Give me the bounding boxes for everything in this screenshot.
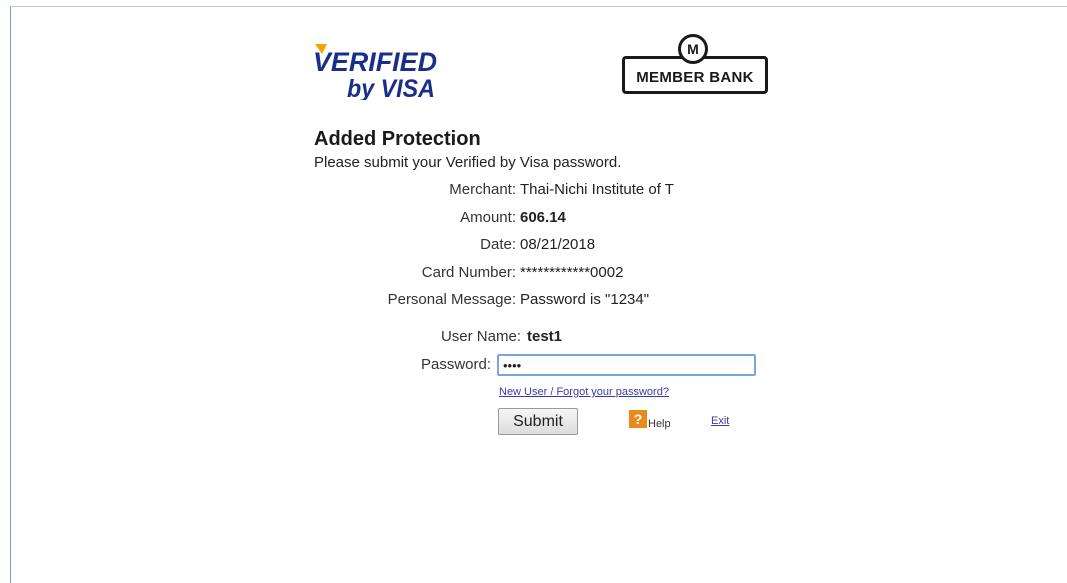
member-bank-badge: M [678, 34, 708, 64]
help-link[interactable]: ? Help [629, 410, 671, 430]
member-bank-logo: M MEMBER BANK [618, 34, 774, 100]
merchant-label: Merchant: [449, 181, 516, 198]
forgot-password-link[interactable]: New User / Forgot your password? [499, 386, 669, 398]
submit-button[interactable]: Submit [498, 408, 578, 435]
amount-value: 606.14 [520, 209, 566, 226]
card-number-value: ************0002 [520, 264, 624, 281]
visa-logo-graphic: VERIFIED by VISA [313, 44, 437, 103]
card-number-label: Card Number: [421, 264, 516, 281]
personal-message-value: Password is "1234" [520, 291, 650, 308]
password-input[interactable] [497, 354, 756, 376]
visa-logo-line1: VERIFIED [313, 47, 437, 77]
merchant-value: Thai-Nichi Institute of T [520, 181, 674, 198]
help-label: Help [648, 418, 671, 430]
username-label: User Name: [440, 328, 521, 345]
password-label: Password: [420, 356, 491, 373]
visa-logo-line2: by VISA [347, 75, 435, 100]
question-mark-icon: ? [629, 410, 647, 428]
page-title: Added Protection [314, 128, 481, 150]
amount-label: Amount: [460, 209, 516, 226]
date-label: Date: [480, 236, 516, 253]
exit-link[interactable]: Exit [711, 415, 729, 427]
date-value: 08/21/2018 [520, 236, 596, 253]
verified-by-visa-logo: VERIFIED by VISA [313, 40, 443, 103]
page-subtitle: Please submit your Verified by Visa pass… [314, 154, 622, 171]
username-value: test1 [527, 328, 563, 345]
member-bank-name: MEMBER BANK [636, 68, 754, 86]
personal-message-label: Personal Message: [387, 291, 516, 308]
